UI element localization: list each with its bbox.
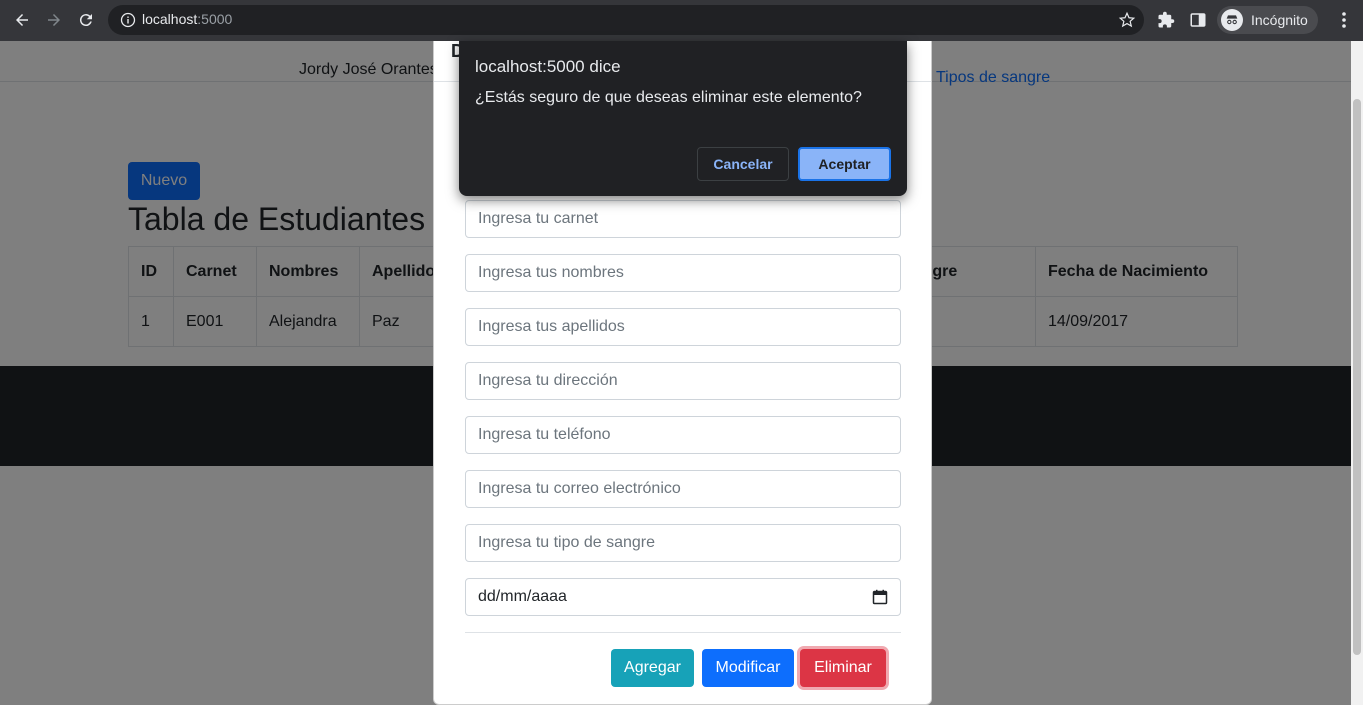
date-placeholder: dd/mm/aaaa [478, 588, 567, 605]
side-panel-icon[interactable] [1189, 11, 1207, 29]
correo-input[interactable] [465, 470, 901, 508]
more-vert-icon[interactable] [1336, 10, 1352, 30]
reload-icon[interactable] [74, 8, 98, 32]
bookmark-star-icon[interactable] [1118, 11, 1136, 29]
browser-toolbar: localhost:5000 Incógnito [0, 0, 1363, 41]
confirm-dialog: localhost:5000 dice ¿Estás seguro de que… [459, 41, 907, 196]
delete-button[interactable]: Eliminar [800, 649, 886, 687]
tipo-sangre-input[interactable] [465, 524, 901, 562]
modify-button[interactable]: Modificar [702, 649, 794, 687]
incognito-icon [1221, 9, 1243, 31]
extensions-icon[interactable] [1157, 11, 1175, 29]
accept-button[interactable]: Aceptar [798, 147, 891, 181]
add-button[interactable]: Agregar [611, 649, 694, 687]
incognito-badge[interactable]: Incógnito [1217, 6, 1318, 34]
page-scrollbar[interactable] [1351, 41, 1363, 705]
dialog-title: localhost:5000 dice [475, 57, 621, 76]
url-text[interactable]: localhost:5000 [142, 11, 232, 27]
scrollbar-thumb[interactable] [1353, 99, 1361, 655]
dialog-message: ¿Estás seguro de que deseas eliminar est… [475, 89, 862, 106]
direccion-input[interactable] [465, 362, 901, 400]
calendar-icon[interactable] [872, 589, 888, 605]
cancel-button[interactable]: Cancelar [697, 147, 789, 181]
telefono-input[interactable] [465, 416, 901, 454]
modal-footer-divider [465, 632, 901, 633]
incognito-label: Incógnito [1251, 12, 1308, 28]
info-icon[interactable] [120, 12, 136, 28]
address-bar[interactable]: localhost:5000 [108, 5, 1144, 35]
fecha-nacimiento-input[interactable]: dd/mm/aaaa [465, 578, 901, 616]
carnet-input[interactable] [465, 200, 901, 238]
nombres-input[interactable] [465, 254, 901, 292]
back-icon[interactable] [10, 8, 34, 32]
apellidos-input[interactable] [465, 308, 901, 346]
forward-icon[interactable] [42, 8, 66, 32]
